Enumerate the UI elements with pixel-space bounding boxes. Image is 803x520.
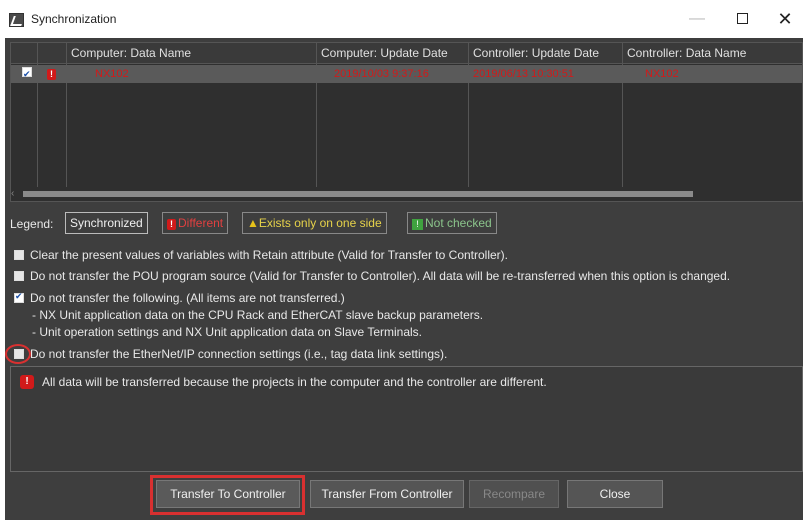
app-icon <box>9 13 24 27</box>
warning-triangle-icon: ▲ <box>247 216 259 230</box>
maximize-button[interactable] <box>724 8 760 30</box>
computer-update-date-cell: 2019/10/03 9:37:16 <box>334 68 429 80</box>
different-status-icon: ! <box>47 69 56 80</box>
controller-data-name-cell: NX102 <box>645 68 679 80</box>
legend-label: Legend: <box>10 217 54 231</box>
recompare-button[interactable]: Recompare <box>469 480 559 508</box>
transfer-from-controller-button[interactable]: Transfer From Controller <box>310 480 464 508</box>
option-following-detail-2: - Unit operation settings and NX Unit ap… <box>32 325 422 339</box>
option-ethernetip-label: Do not transfer the EtherNet/IP connecti… <box>30 347 448 361</box>
scroll-left-icon[interactable]: ‹ <box>11 188 14 199</box>
legend-different: ! Different <box>162 212 229 234</box>
option-following-label: Do not transfer the following. (All item… <box>30 291 345 305</box>
error-icon: ! <box>20 375 34 389</box>
option-skip-pou-source[interactable]: Do not transfer the POU program source (… <box>14 269 730 283</box>
col-header-check <box>11 43 37 64</box>
annotation-circle <box>5 344 31 364</box>
scrollbar-thumb[interactable] <box>23 191 693 197</box>
legend-not-checked-label: Not checked <box>425 216 492 230</box>
checkbox-checked-icon <box>22 65 32 83</box>
status-cell: ! <box>47 65 56 83</box>
not-checked-icon: ! <box>412 219 423 230</box>
table-row[interactable]: ! NX102 2019/10/03 9:37:16 2019/06/13 10… <box>11 65 802 83</box>
option-do-not-transfer-following[interactable]: Do not transfer the following. (All item… <box>14 291 345 305</box>
legend-synchronized: Synchronized <box>65 212 148 234</box>
message-text: All data will be transferred because the… <box>42 375 547 389</box>
row-checkbox[interactable] <box>22 65 32 83</box>
controller-update-date-cell: 2019/06/13 10:30:51 <box>473 68 574 80</box>
option-following-detail-1: - NX Unit application data on the CPU Ra… <box>32 308 484 322</box>
sync-data-grid: Computer: Data Name Computer: Update Dat… <box>10 42 803 202</box>
option-clear-retain-label: Clear the present values of variables wi… <box>30 248 508 262</box>
checkbox-unchecked-icon[interactable] <box>14 250 24 260</box>
different-icon: ! <box>167 219 176 230</box>
col-header-controller-name[interactable]: Controller: Data Name <box>622 43 802 64</box>
checkbox-unchecked-icon[interactable] <box>14 271 24 281</box>
grid-header: Computer: Data Name Computer: Update Dat… <box>11 43 802 64</box>
legend-different-label: Different <box>178 216 224 230</box>
computer-data-name-cell: NX102 <box>95 68 129 80</box>
option-skip-pou-label: Do not transfer the POU program source (… <box>30 269 731 283</box>
minimize-button[interactable]: — <box>679 8 715 30</box>
message-box: ! All data will be transferred because t… <box>10 366 803 472</box>
col-header-computer-name[interactable]: Computer: Data Name <box>66 43 316 64</box>
checkbox-checked-icon[interactable] <box>14 291 24 303</box>
title-bar: Synchronization — ✕ <box>0 0 803 38</box>
legend-exists-label: Exists only on one side <box>258 216 382 230</box>
option-skip-ethernetip[interactable]: Do not transfer the EtherNet/IP connecti… <box>14 347 447 361</box>
annotation-highlight-box <box>150 475 305 515</box>
maximize-icon <box>736 13 748 24</box>
window-title: Synchronization <box>31 12 117 26</box>
col-header-controller-date[interactable]: Controller: Update Date <box>468 43 622 64</box>
option-clear-retain[interactable]: Clear the present values of variables wi… <box>14 248 508 262</box>
col-header-status <box>37 43 66 64</box>
col-header-computer-date[interactable]: Computer: Update Date <box>316 43 468 64</box>
horizontal-scrollbar[interactable]: ‹ <box>11 187 802 201</box>
close-window-button[interactable]: ✕ <box>767 8 803 30</box>
legend-exists-one-side: ▲Exists only on one side <box>242 212 387 234</box>
legend-not-checked: ! Not checked <box>407 212 497 234</box>
close-button[interactable]: Close <box>567 480 663 508</box>
